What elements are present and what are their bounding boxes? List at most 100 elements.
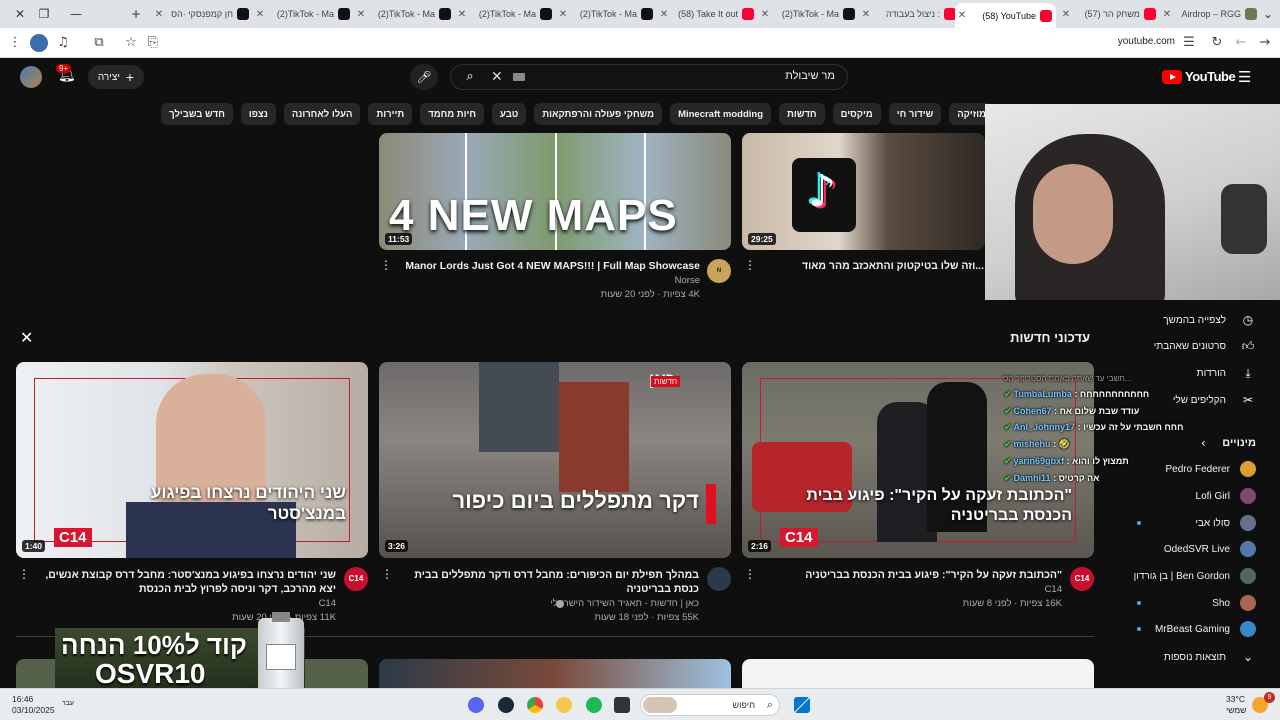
video-thumbnail[interactable]: [742, 659, 1094, 688]
sidebar-item-downloads[interactable]: ⤓ הורדות: [1197, 361, 1256, 385]
terminal-icon[interactable]: [614, 697, 630, 713]
browser-tab[interactable]: ✕ (2)TikTok - Ma: [556, 3, 657, 25]
discord-icon[interactable]: [468, 697, 484, 713]
video-title[interactable]: ...וזה שלו בטיקטוק והתאכזב מהר מאוד: [752, 259, 984, 273]
media-control-icon[interactable]: ♫: [54, 34, 72, 52]
chip[interactable]: משחקי פעולה והרפתקאות: [534, 103, 663, 125]
window-restore-icon[interactable]: ❐: [34, 4, 54, 24]
search-input[interactable]: מר שיבולת: [785, 70, 835, 82]
reload-icon[interactable]: ↻: [1208, 34, 1226, 52]
channel-avatar[interactable]: [707, 567, 731, 591]
browser-tab[interactable]: ✕ (2)TikTok - Ma: [455, 3, 556, 25]
site-settings-icon[interactable]: ☰: [1180, 34, 1198, 52]
video-title[interactable]: Manor Lords Just Got 4 NEW MAPS!!! | Ful…: [380, 259, 700, 273]
tab-close-icon[interactable]: ✕: [955, 10, 969, 21]
video-title[interactable]: במהלך תפילת יום הכיפורים: מחבל דרס ודקר …: [395, 568, 699, 596]
keyboard-icon[interactable]: [513, 73, 525, 81]
voice-search-icon[interactable]: 🎤︎: [410, 64, 438, 90]
subscription-item[interactable]: Sho: [1106, 593, 1256, 613]
url-text[interactable]: youtube.com: [1060, 36, 1175, 47]
tab-close-icon[interactable]: ✕: [758, 9, 772, 20]
tab-close-icon[interactable]: ✕: [354, 9, 368, 20]
channel-avatar[interactable]: C14: [1070, 567, 1094, 591]
chip[interactable]: חדשות: [779, 103, 825, 125]
video-menu-icon[interactable]: ⋮: [18, 567, 30, 581]
search-box[interactable]: ⌕ ✕ מר שיבולת: [450, 64, 848, 90]
chip[interactable]: Minecraft modding: [670, 103, 772, 125]
chip[interactable]: נצפו: [240, 103, 276, 125]
tab-close-icon[interactable]: ✕: [152, 9, 166, 20]
channel-avatar[interactable]: C14: [344, 567, 368, 591]
channel-name[interactable]: Norse: [500, 274, 700, 288]
tab-close-icon[interactable]: ✕: [859, 9, 873, 20]
guide-menu-icon[interactable]: ☰: [1238, 68, 1251, 86]
tab-search-icon[interactable]: ⌄: [1258, 4, 1278, 24]
clock-date[interactable]: 03/10/2025: [12, 705, 55, 715]
video-thumbnail[interactable]: [379, 659, 731, 688]
search-icon[interactable]: ⌕: [451, 65, 489, 89]
dismiss-shelf-icon[interactable]: ✕: [20, 328, 33, 347]
tab-close-icon[interactable]: ✕: [1059, 9, 1073, 20]
chip[interactable]: תיירות: [368, 103, 413, 125]
chip[interactable]: מיקסים: [832, 103, 881, 125]
sidebar-item-clips[interactable]: ✂ הקליפים שלי: [1173, 388, 1256, 412]
channel-name[interactable]: כאן | חדשות - תאגיד השידור הישראלי: [450, 597, 699, 611]
profile-icon[interactable]: [30, 34, 48, 52]
subscription-item[interactable]: Ben Gordon | בן גורדון: [1106, 566, 1256, 586]
weather-label[interactable]: שמשי: [1226, 705, 1246, 715]
browser-tab-active[interactable]: ✕ (58) YouTube: [955, 3, 1056, 28]
video-menu-icon[interactable]: ⋮: [380, 258, 392, 272]
subscription-item[interactable]: MrBeast Gaming: [1106, 619, 1256, 639]
chip[interactable]: חיות מחמד: [420, 103, 485, 125]
video-title[interactable]: "הכתובת זעקה על הקיר": פיגוע בבית הכנסת …: [760, 568, 1062, 582]
back-icon[interactable]: →: [1256, 34, 1274, 52]
video-menu-icon[interactable]: ⋮: [381, 567, 393, 581]
sidebar-item-liked-videos[interactable]: 👍︎ סרטונים שאהבתי: [1154, 334, 1256, 358]
subscription-item[interactable]: Lofi Girl: [1106, 486, 1256, 506]
extensions-icon[interactable]: ⧉: [90, 34, 108, 52]
weather-temp[interactable]: 33°C: [1226, 694, 1245, 704]
video-menu-icon[interactable]: ⋮: [744, 258, 756, 272]
browser-tab[interactable]: ✕ Airdrop – RGG: [1160, 3, 1261, 25]
youtube-logo[interactable]: YouTube: [1162, 69, 1236, 84]
browser-tab[interactable]: ✕ (57) משחק הר: [1059, 3, 1160, 25]
subscriptions-header[interactable]: מינויים ›: [1198, 431, 1256, 455]
create-button[interactable]: יצירה +: [88, 65, 144, 89]
channel-name[interactable]: C14: [862, 583, 1062, 597]
sidebar-item-watch-later[interactable]: ◷ לצפייה בהמשך: [1163, 308, 1256, 332]
forward-icon[interactable]: ←: [1232, 34, 1250, 52]
install-app-icon[interactable]: ⎘: [144, 34, 162, 52]
video-thumbnail[interactable]: ♪ 29:25: [742, 133, 985, 250]
subscription-item[interactable]: OdedSVR Live: [1106, 539, 1256, 559]
browser-tab[interactable]: ✕ (2)TikTok - Ma: [758, 3, 859, 25]
browser-tab[interactable]: ✕ (2)TikTok - Ma: [354, 3, 455, 25]
browser-tab[interactable]: ✕ ניצול בעבודה :: [859, 3, 960, 25]
chrome-icon[interactable]: [527, 697, 543, 713]
show-more-button[interactable]: ⌄ תוצאות נוספות: [1164, 645, 1256, 669]
channel-name[interactable]: C14: [136, 597, 336, 611]
chip[interactable]: חדש בשבילך: [161, 103, 233, 125]
spotify-icon[interactable]: [586, 697, 602, 713]
chip[interactable]: העלו לאחרונה: [283, 103, 361, 125]
tab-close-icon[interactable]: ✕: [1160, 9, 1174, 20]
chip[interactable]: טבע: [492, 103, 527, 125]
steam-icon[interactable]: [498, 697, 514, 713]
channel-avatar[interactable]: N: [707, 259, 731, 283]
browser-tab[interactable]: ✕ (58) Take It out: [657, 3, 758, 25]
tab-close-icon[interactable]: ✕: [455, 9, 469, 20]
clock-time[interactable]: 16:46: [12, 694, 33, 704]
language-indicator[interactable]: עבר: [62, 700, 74, 707]
tab-close-icon[interactable]: ✕: [253, 9, 267, 20]
chip[interactable]: שידור חי: [888, 103, 942, 125]
window-minimize-icon[interactable]: —: [66, 4, 86, 24]
more-menu-icon[interactable]: ⋮: [6, 34, 24, 52]
tab-close-icon[interactable]: ✕: [657, 9, 671, 20]
taskbar-search[interactable]: חיפוש ⌕: [640, 694, 780, 716]
bookmark-star-icon[interactable]: ☆: [122, 34, 140, 52]
windows-start-icon[interactable]: [794, 697, 810, 713]
video-title[interactable]: שני יהודים נרצחו בפיגוע במנצ'סטר: מחבל ד…: [30, 568, 336, 596]
subscription-item[interactable]: סולו אבי: [1106, 513, 1256, 533]
window-close-icon[interactable]: ✕: [10, 4, 30, 24]
video-thumbnail[interactable]: 4 NEW MAPS 11:53: [379, 133, 731, 250]
browser-tab[interactable]: ✕ חן קמפנסקי ·הס: [152, 3, 253, 25]
